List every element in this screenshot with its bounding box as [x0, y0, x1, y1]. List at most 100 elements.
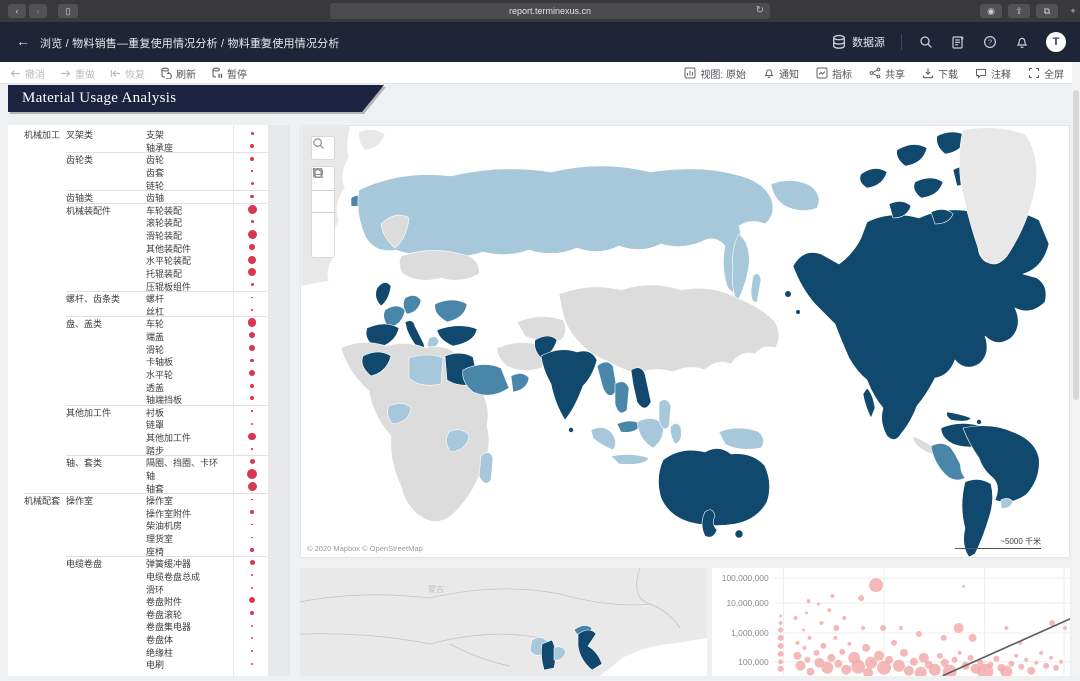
scatter-bubble[interactable]	[805, 612, 808, 615]
usage-dot-cell[interactable]	[234, 531, 268, 544]
scatter-bubble[interactable]	[900, 649, 908, 657]
search-icon[interactable]	[918, 34, 934, 50]
scatter-bubble[interactable]	[1049, 656, 1053, 660]
scatter-bubble[interactable]	[847, 642, 851, 646]
scatter-bubble[interactable]	[830, 594, 834, 598]
new-tab-button[interactable]: +	[1066, 4, 1080, 18]
usage-dot[interactable]	[250, 611, 254, 615]
favorite-star-icon[interactable]: ☆	[258, 34, 269, 48]
scatter-bubble[interactable]	[891, 640, 897, 646]
map-lasso-select-icon[interactable]	[312, 236, 336, 259]
undo-button[interactable]: 撤消	[10, 66, 45, 81]
usage-dot-cell[interactable]	[234, 291, 268, 304]
usage-dot[interactable]	[251, 170, 253, 172]
usage-dot[interactable]	[248, 268, 256, 276]
scatter-bubble[interactable]	[893, 660, 905, 672]
scatter-bubble[interactable]	[915, 667, 927, 676]
scatter-bubble[interactable]	[819, 621, 823, 625]
material-row[interactable]: 电缆卷盘弹簧缓冲器	[8, 556, 268, 569]
usage-dot[interactable]	[251, 625, 253, 627]
material-row[interactable]: 齿套	[8, 165, 268, 178]
material-row[interactable]: 卷盘集电器	[8, 619, 268, 632]
material-row[interactable]: 滚轮装配	[8, 215, 268, 228]
map-region-arctic-islands[interactable]	[860, 168, 887, 188]
usage-dot[interactable]	[250, 396, 254, 400]
usage-dot[interactable]	[251, 537, 253, 539]
usage-dot-cell[interactable]	[234, 140, 268, 153]
scatter-bubble[interactable]	[858, 595, 864, 601]
map-region-peru-ecuador[interactable]	[931, 443, 965, 480]
usage-dot[interactable]	[251, 663, 253, 665]
scatter-bubble[interactable]	[839, 649, 845, 655]
usage-dot-cell[interactable]	[234, 443, 268, 456]
material-row[interactable]: 链轮	[8, 178, 268, 191]
scatter-bubble[interactable]	[1049, 620, 1055, 626]
scatter-bubble[interactable]	[929, 664, 941, 676]
usage-dot[interactable]	[250, 144, 254, 148]
map-region-kamchatka[interactable]	[733, 234, 750, 302]
material-row[interactable]: 其他装配件	[8, 241, 268, 254]
scatter-bubble[interactable]	[794, 652, 802, 660]
browser-back-button[interactable]: ‹	[8, 4, 26, 18]
datasource-button[interactable]: 数据源	[831, 34, 885, 50]
scatter-bubble[interactable]	[904, 666, 914, 676]
material-row[interactable]: 其他加工件	[8, 430, 268, 443]
material-row[interactable]: 螺杆、齿条类螺杆	[8, 291, 268, 304]
scatter-bubble[interactable]	[821, 662, 833, 674]
world-map-panel[interactable]: © 2020 Mapbox © OpenStreetMap ~5000 千米	[300, 125, 1070, 558]
material-row[interactable]: 丝杠	[8, 304, 268, 317]
usage-dot-cell[interactable]	[234, 619, 268, 632]
material-row[interactable]: 托辊装配	[8, 266, 268, 279]
usage-dot-cell[interactable]	[234, 518, 268, 531]
usage-dot-cell[interactable]	[234, 392, 268, 405]
map-region-ukraine[interactable]	[435, 300, 467, 322]
material-row[interactable]: 水平轮	[8, 367, 268, 380]
map-region-sri-lanka[interactable]	[569, 428, 574, 433]
usage-dot[interactable]	[251, 423, 253, 425]
material-row[interactable]: 滑轮	[8, 342, 268, 355]
usage-dot-cell[interactable]	[234, 241, 268, 254]
usage-dot-cell[interactable]	[234, 279, 268, 292]
usage-dot[interactable]	[249, 345, 255, 351]
map-region-borneo[interactable]	[637, 418, 663, 448]
usage-scatter-chart[interactable]: 100,000,00010,000,0001,000,000100,000	[712, 568, 1070, 676]
scatter-bubble[interactable]	[796, 661, 806, 671]
scatter-bubble[interactable]	[779, 621, 783, 625]
map-region-philippines[interactable]	[659, 400, 671, 429]
material-row[interactable]: 轴、套类隔圈、挡圈、卡环	[8, 455, 268, 468]
view-mode-button[interactable]: 视图: 原始	[684, 66, 746, 81]
scatter-bubble[interactable]	[910, 658, 918, 666]
map-region-oman[interactable]	[511, 373, 529, 392]
usage-dot[interactable]	[250, 548, 254, 552]
material-row[interactable]: 操作室附件	[8, 506, 268, 519]
usage-dot[interactable]	[250, 359, 254, 363]
usage-dot-cell[interactable]	[234, 152, 268, 165]
scatter-bubble[interactable]	[1014, 654, 1018, 658]
material-row[interactable]: 轴套	[8, 481, 268, 494]
material-row[interactable]: 轴承座	[8, 140, 268, 153]
map-region-java[interactable]	[611, 454, 649, 464]
usage-dot-cell[interactable]	[234, 405, 268, 418]
usage-dot[interactable]	[249, 332, 255, 338]
map-region-myanmar[interactable]	[597, 362, 617, 396]
scatter-bubble[interactable]	[778, 659, 783, 664]
scatter-bubble[interactable]	[862, 644, 870, 652]
china-mini-map-panel[interactable]: 蒙古	[300, 568, 707, 676]
material-row[interactable]: 轴端挡板	[8, 392, 268, 405]
map-region-greece[interactable]	[427, 337, 439, 348]
usage-dot[interactable]	[251, 574, 253, 576]
usage-dot[interactable]	[248, 256, 256, 264]
usage-dot-cell[interactable]	[234, 228, 268, 241]
scatter-bubble[interactable]	[962, 585, 965, 588]
map-bubble-mark[interactable]	[785, 291, 791, 297]
material-row[interactable]: 透盖	[8, 380, 268, 393]
usage-dot[interactable]	[251, 220, 254, 223]
scatter-bubble[interactable]	[1063, 626, 1067, 630]
usage-dot[interactable]	[248, 433, 256, 441]
scatter-bubble[interactable]	[968, 655, 974, 661]
usage-dot-cell[interactable]	[234, 178, 268, 191]
usage-dot-cell[interactable]	[234, 569, 268, 582]
url-bar[interactable]: report.terminexus.cn ↻	[330, 3, 770, 19]
scatter-bubble[interactable]	[874, 651, 884, 661]
material-row[interactable]: 卷盘滚轮	[8, 607, 268, 620]
